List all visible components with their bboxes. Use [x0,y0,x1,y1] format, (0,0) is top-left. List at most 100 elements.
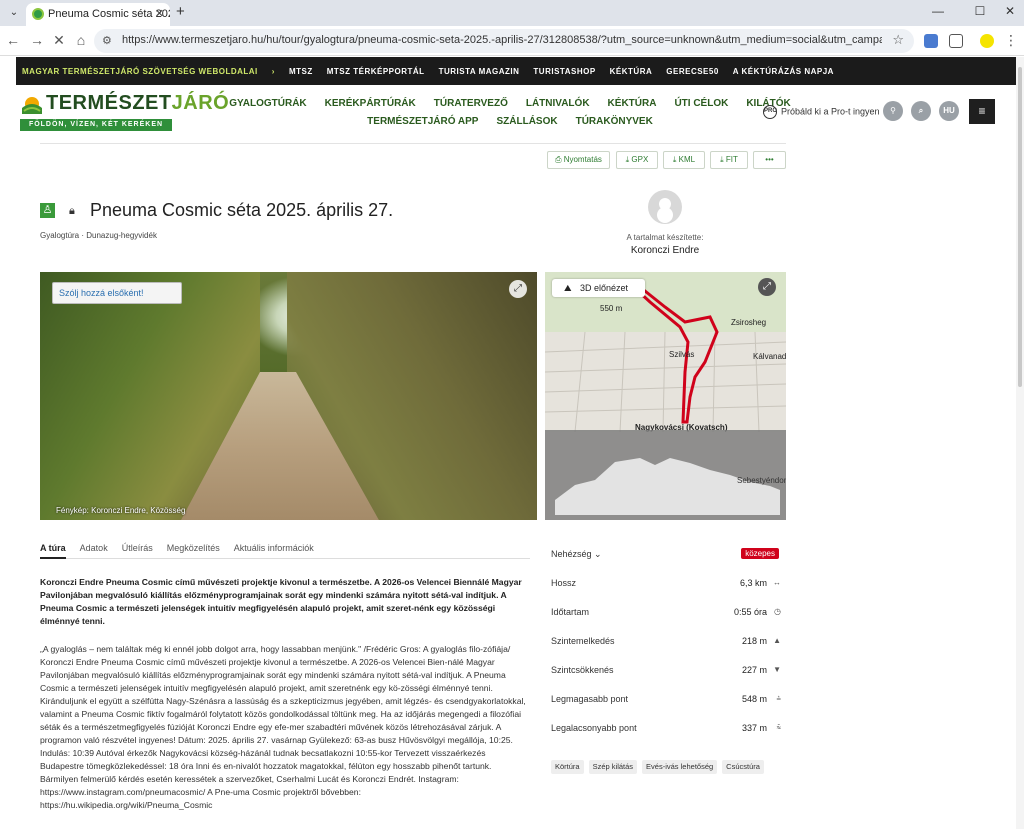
clock-icon: ◷ [774,607,781,616]
map-label: Sebestyéndomb [737,476,786,485]
pro-trial-link[interactable]: PRO Próbáld ki a Pro-t ingyen [763,105,880,119]
nav-item-turatervezo[interactable]: TÚRATERVEZŐ [434,98,508,116]
url-text: https://www.termeszetjaro.hu/hu/tour/gya… [122,34,882,46]
tag-csucstura[interactable]: Csúcstúra [722,760,764,774]
tool-key-icon[interactable]: ⚲ [883,101,903,121]
author-name[interactable]: Koronczi Endre [600,245,730,256]
tab-a-tura[interactable]: A túra [40,543,66,559]
strip-link[interactable]: MTSZ [289,67,313,76]
hamburger-menu-icon[interactable]: ≡ [969,99,995,124]
site-logo[interactable]: TERMÉSZETJÁRÓ FÖLDÖN, VÍZEN, KÉT KERÉKEN [20,92,229,134]
browser-tabbar: ⌄ Pneuma Cosmic séta 2025. április ✕ + —… [0,0,1024,26]
stat-label: Szintcsökkenés [551,665,614,675]
tag-eves-ivas[interactable]: Evés-ivás lehetőség [642,760,718,774]
difficulty-badge: közepes [741,548,779,559]
main-navigation: GYALOGTÚRÁK KERÉKPÁRTÚRÁK TÚRATERVEZŐ LÁ… [229,98,791,134]
tag-szep-kilatas[interactable]: Szép kilátás [588,760,638,774]
header-divider [40,143,786,144]
tag-korturak[interactable]: Körtúra [551,760,584,774]
difficulty-label: Nehézség ⌄ [551,549,602,559]
browser-menu-icon[interactable]: ⋮ [1002,32,1020,49]
stat-value: 337 m [741,723,767,733]
preview-3d-button[interactable]: ⛰ 3D előnézet [552,279,645,297]
strip-link[interactable]: KÉKTÚRA [610,67,653,76]
difficulty-row[interactable]: Nehézség ⌄ közepes [551,545,781,574]
strip-link[interactable]: TURISTASHOP [533,67,595,76]
tab-aktualis[interactable]: Aktuális információk [234,543,314,558]
back-icon[interactable]: ← [4,32,22,48]
photo-expand-icon[interactable]: ⤢ [509,280,527,298]
tab-utleiras[interactable]: Útleírás [122,543,153,558]
scrollbar-thumb[interactable] [1018,67,1022,387]
map-expand-icon[interactable]: ⤢ [758,278,776,296]
minimize-icon[interactable]: — [928,4,948,18]
nav-item-turakonyvek[interactable]: TÚRAKÖNYVEK [576,116,653,134]
nav-item-latnivalok[interactable]: LÁTNIVALÓK [526,98,590,116]
print-button[interactable]: ⎙ Nyomtatás [547,151,610,169]
nav-item-kektura[interactable]: KÉKTÚRA [608,98,657,116]
author-avatar[interactable] [648,190,682,224]
lowest-point-icon: ⩯ [776,723,781,732]
forward-icon[interactable]: → [28,32,46,48]
site-info-icon[interactable]: ⚙ [102,34,112,47]
network-brand[interactable]: MAGYAR TERMÉSZETJÁRÓ SZÖVETSÉG WEBOLDALA… [22,67,258,76]
map-label: Kálvanado [753,352,786,361]
url-field[interactable]: ⚙ https://www.termeszetjaro.hu/hu/tour/g… [94,29,914,53]
logo-wordmark: TERMÉSZETJÁRÓ [46,92,230,114]
nav-item-uti-celok[interactable]: ÚTI CÉLOK [674,98,728,116]
more-options-button[interactable]: ••• [753,151,786,169]
map-label: 550 m [600,304,623,313]
stat-label: Időtartam [551,607,590,617]
stat-label: Hossz [551,578,577,588]
fit-download-button[interactable]: ⤓ FIT [710,151,748,169]
page-scrollbar[interactable] [1016,57,1024,829]
nav-item-app[interactable]: TERMÉSZETJÁRÓ APP [367,116,478,134]
strip-link[interactable]: MTSZ TÉRKÉPPORTÁL [327,67,425,76]
comment-first-button[interactable]: Szólj hozzá elsőként! [52,282,182,304]
stat-label: Legmagasabb pont [551,694,629,704]
mountain-icon: ⛰ [564,283,572,293]
browser-tab-active[interactable]: Pneuma Cosmic séta 2025. április ✕ [26,3,170,26]
pro-badge-icon: PRO [763,105,777,119]
nav-item-gyalogturak[interactable]: GYALOGTÚRÁK [229,98,306,116]
map-label: Zsirosheg [731,318,767,327]
stop-loading-icon[interactable]: ✕ [50,32,68,49]
maximize-icon[interactable]: ☐ [970,4,990,18]
logo-sun-icon [22,97,42,114]
strip-link[interactable]: TURISTA MAGAZIN [439,67,520,76]
tab-adatok[interactable]: Adatok [80,543,108,558]
elevation-profile-chart [555,458,780,515]
tab-search-icon[interactable]: ⌄ [6,5,22,21]
home-icon[interactable]: ⌂ [72,32,90,48]
stat-duration: Időtartam 0:55 óra ◷ [551,603,781,632]
highest-point-icon: ⩮ [776,694,781,703]
page-title: Pneuma Cosmic séta 2025. április 27. [90,200,394,220]
window-close-icon[interactable]: ✕ [1000,4,1020,18]
profile-avatar-icon[interactable] [980,34,994,48]
stat-value: 227 m [741,665,767,675]
tab-close-icon[interactable]: ✕ [155,3,164,25]
strip-link[interactable]: A KÉKTÚRÁZÁS NAPJA [733,67,834,76]
elevation-profile[interactable]: Sebestyéndomb [545,430,786,520]
gpx-download-button[interactable]: ⤓ GPX [616,151,658,169]
extensions-puzzle-icon[interactable] [949,34,963,48]
hiking-icon: ♙ [40,203,55,218]
tour-map[interactable]: ⛰ 3D előnézet ⤢ 550 m Zsirosheg Szilvás K… [545,272,786,520]
new-tab-icon[interactable]: + [176,3,185,20]
kml-download-button[interactable]: ⤓ KML [663,151,705,169]
stat-label: Legalacsonyabb pont [551,723,637,733]
nav-item-kerekparturak[interactable]: KERÉKPÁRTÚRÁK [325,98,416,116]
search-icon[interactable]: ⌕ [911,101,931,121]
tab-megkozelites[interactable]: Megközelítés [167,543,220,558]
bookmark-star-icon[interactable]: ☆ [892,32,904,48]
nav-item-szallasok[interactable]: SZÁLLÁSOK [496,116,557,134]
author-label: A tartalmat készítette: [626,233,704,242]
stat-value: 218 m [741,636,767,646]
strip-link[interactable]: GERECSE50 [666,67,719,76]
tour-photo[interactable]: Szólj hozzá elsőként! ⤢ Fénykép: Koroncz… [40,272,537,520]
stat-value: 548 m [741,694,767,704]
tab-title: Pneuma Cosmic séta 2025. április [48,8,170,20]
descent-icon: ▼ [773,665,781,674]
translate-extension-icon[interactable] [924,34,938,48]
language-button[interactable]: HU [939,101,959,121]
